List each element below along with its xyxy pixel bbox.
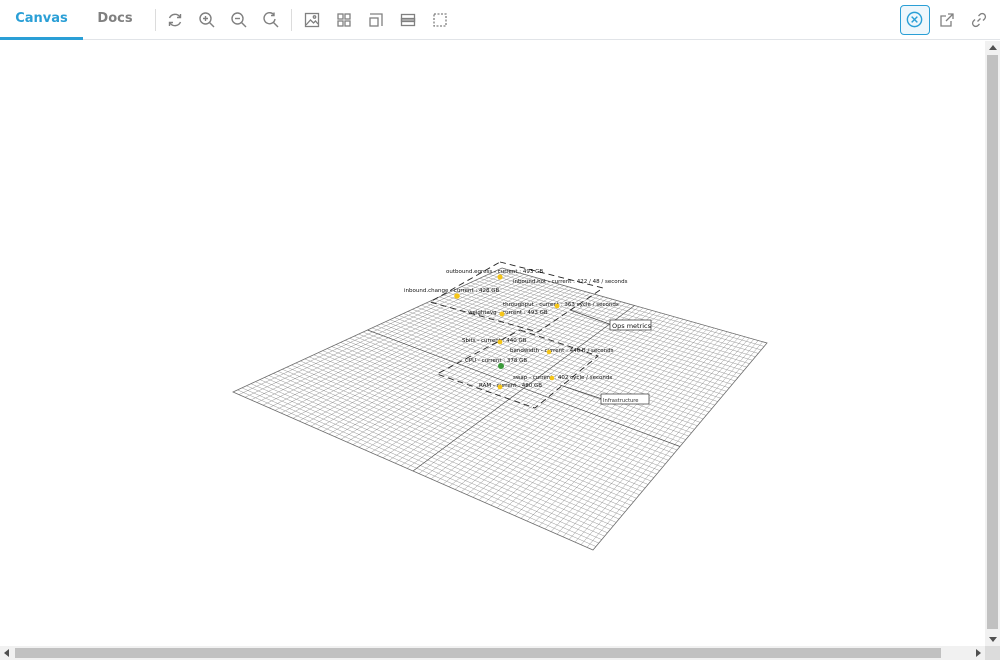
metric-label: swap - current : 402 cycle / seconds: [513, 375, 612, 381]
scroll-right-icon[interactable]: [976, 649, 981, 657]
metric-label: CPU - current : 378 GB: [465, 358, 527, 364]
selection-icon[interactable]: [430, 10, 450, 30]
external-link-icon[interactable]: [937, 10, 957, 30]
toolbar: Canvas Docs: [0, 0, 1000, 40]
canvas-viewport[interactable]: Ops metrics Infrastructure outbound.egre…: [0, 41, 985, 646]
scroll-left-icon[interactable]: [4, 649, 9, 657]
status-node-warning: [497, 384, 503, 390]
scroll-down-icon[interactable]: [989, 637, 997, 642]
status-node-warning: [499, 311, 505, 317]
region-label-ops[interactable]: Ops metrics: [609, 319, 652, 331]
zoom-in-icon[interactable]: [197, 10, 217, 30]
layout-icon[interactable]: [366, 10, 386, 30]
scene-canvas[interactable]: Ops metrics Infrastructure outbound.egre…: [0, 41, 985, 646]
metric-label: RAM - current : 480 GB: [479, 383, 542, 389]
status-node-warning: [546, 349, 552, 355]
status-node-warning: [497, 274, 503, 280]
link-icon[interactable]: [969, 10, 989, 30]
status-node-warning: [454, 293, 460, 299]
region-label-text: Ops metrics: [612, 322, 652, 330]
metric-label: Sbits - current : 440 GB: [462, 338, 527, 344]
vertical-scroll-thumb[interactable]: [987, 55, 998, 629]
zoom-reset-icon[interactable]: [261, 10, 281, 30]
status-node-warning: [549, 375, 555, 381]
metric-label: inbound.hot - current : 422 / 48 / secon…: [513, 279, 628, 285]
scrollbar-corner: [985, 646, 1000, 660]
toolbar-divider: [155, 9, 156, 31]
metric-label: outbound.egress - current : 493 GB: [446, 269, 543, 275]
toolbar-divider: [291, 9, 292, 31]
refresh-icon[interactable]: [165, 10, 185, 30]
tab-canvas[interactable]: Canvas: [0, 0, 83, 40]
scroll-up-icon[interactable]: [989, 45, 997, 50]
metric-label: bandwidth - current : 440 B / seconds: [510, 348, 614, 354]
horizontal-scrollbar[interactable]: [0, 646, 985, 660]
close-circle-icon[interactable]: [900, 5, 930, 35]
region-label-infra[interactable]: Infrastructure: [600, 393, 650, 405]
zoom-out-icon[interactable]: [229, 10, 249, 30]
panel-icon[interactable]: [398, 10, 418, 30]
status-node-ok: [498, 363, 504, 369]
status-node-warning: [554, 303, 560, 309]
metric-label: weightavg - current : 493 GB: [468, 310, 548, 316]
status-node-warning: [497, 339, 503, 345]
metric-label: throughput - current : 363 cycle / secon…: [503, 302, 619, 308]
image-icon[interactable]: [302, 10, 322, 30]
vertical-scrollbar[interactable]: [985, 41, 1000, 646]
metric-label: inbound.change - current : 428 GB: [404, 288, 500, 294]
tab-docs[interactable]: Docs: [83, 0, 147, 40]
grid-icon[interactable]: [334, 10, 354, 30]
region-label-text: Infrastructure: [603, 398, 639, 404]
horizontal-scroll-thumb[interactable]: [15, 648, 941, 658]
